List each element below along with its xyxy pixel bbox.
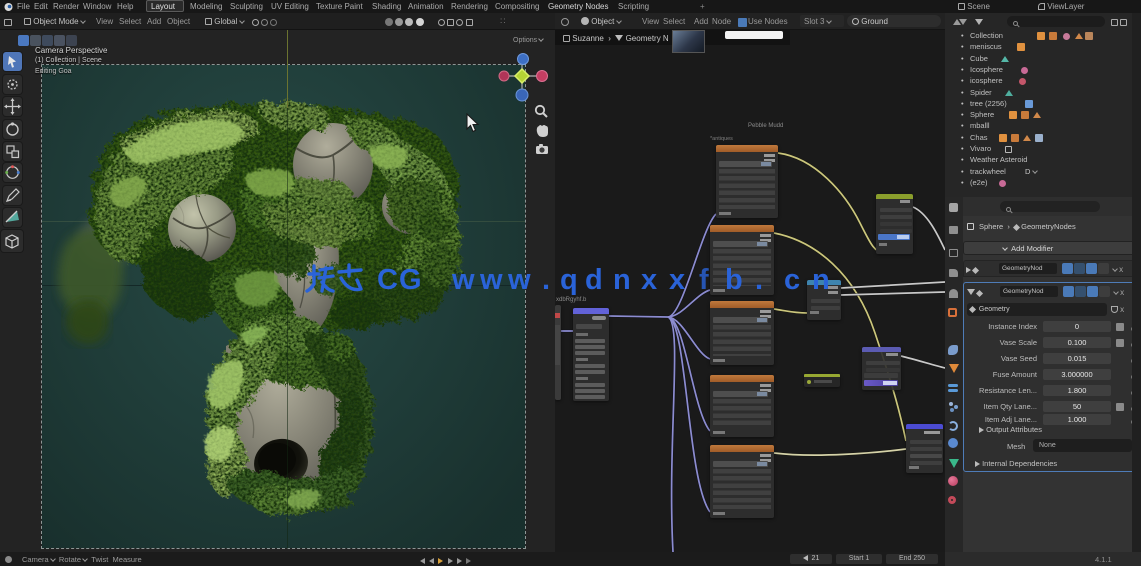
svg-text:c: c bbox=[784, 264, 800, 296]
svg-text:w: w bbox=[451, 264, 475, 296]
svg-text:x: x bbox=[669, 264, 685, 296]
svg-text:.: . bbox=[542, 264, 550, 296]
svg-text:d: d bbox=[585, 264, 603, 296]
svg-text:n: n bbox=[812, 264, 830, 296]
svg-text:.: . bbox=[755, 264, 763, 296]
svg-text:q: q bbox=[560, 264, 578, 296]
svg-text:x: x bbox=[641, 264, 657, 296]
svg-text:w: w bbox=[479, 264, 503, 296]
svg-text:G: G bbox=[399, 264, 422, 296]
svg-text:b: b bbox=[725, 264, 743, 296]
svg-text:C: C bbox=[377, 264, 398, 296]
svg-text:f: f bbox=[699, 264, 709, 296]
svg-text:n: n bbox=[613, 264, 631, 296]
svg-text:w: w bbox=[507, 264, 531, 296]
